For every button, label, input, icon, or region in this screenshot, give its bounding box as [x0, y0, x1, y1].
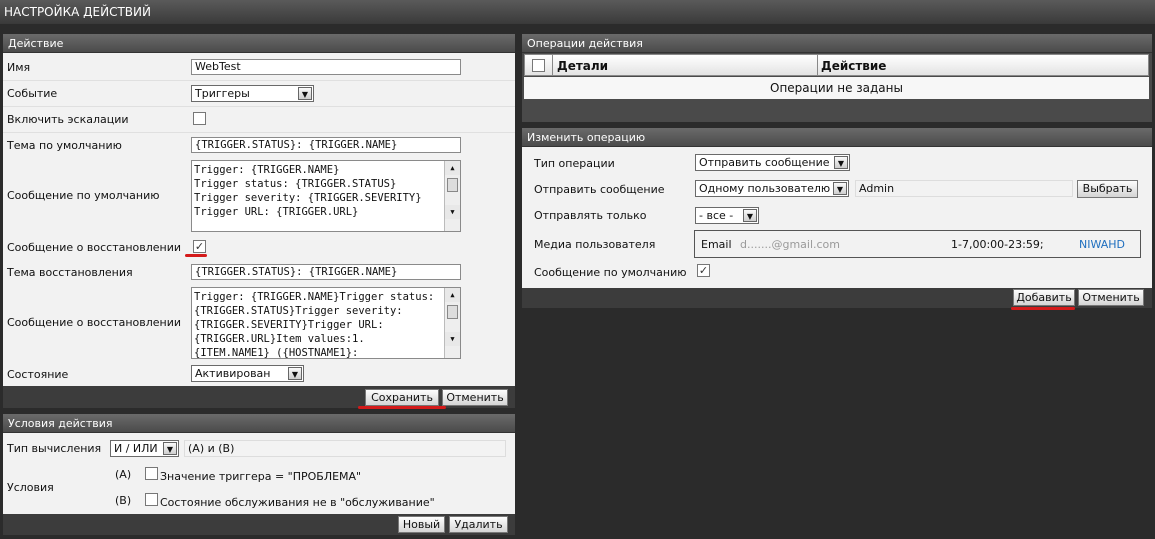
media-box: Email d.......@gmail.com 1-7,00:00-23:59…	[694, 230, 1141, 258]
column-header-action[interactable]: Действие	[821, 59, 886, 73]
send-to-select[interactable]: Одному пользователю ▼	[695, 180, 849, 197]
scroll-thumb[interactable]	[447, 305, 458, 319]
scrollbar[interactable]: ▲ ▼	[444, 288, 460, 358]
chevron-down-icon: ▼	[743, 209, 757, 222]
send-only-select[interactable]: - все - ▼	[695, 207, 759, 224]
conditions-panel-title: Условия действия	[3, 414, 515, 433]
op-type-value: Отправить сообщение	[699, 156, 830, 169]
default-message-text: Trigger: {TRIGGER.NAME} Trigger status: …	[194, 164, 422, 218]
event-label: Событие	[7, 87, 58, 100]
edit-operation-panel: Изменить операцию Тип операции Отправить…	[522, 128, 1152, 308]
conditions-label: Условия	[7, 481, 54, 494]
status-select-value: Активирован	[195, 367, 271, 380]
save-button[interactable]: Сохранить	[365, 389, 439, 406]
media-severity[interactable]: NIWAHD	[1079, 238, 1125, 251]
operations-panel-title: Операции действия	[522, 34, 1152, 53]
column-header-details[interactable]: Детали	[557, 59, 608, 73]
delete-condition-button[interactable]: Удалить	[449, 516, 508, 533]
chevron-down-icon: ▼	[288, 367, 302, 380]
edit-operation-panel-title: Изменить операцию	[522, 128, 1152, 147]
highlight-underline	[185, 254, 207, 257]
calc-type-label: Тип вычисления	[7, 442, 102, 455]
conditions-panel: Условия действия Тип вычисления И / ИЛИ …	[3, 414, 515, 535]
user-field: Admin	[855, 180, 1073, 197]
recovery-message-checkbox[interactable]: ✓	[193, 240, 206, 253]
recovery-subject-input[interactable]: {TRIGGER.STATUS}: {TRIGGER.NAME}	[191, 264, 461, 280]
name-label: Имя	[7, 61, 31, 74]
calc-type-select[interactable]: И / ИЛИ ▼	[110, 440, 179, 457]
action-panel-title: Действие	[3, 34, 515, 53]
escalation-checkbox[interactable]	[193, 112, 206, 125]
media-address: d.......@gmail.com	[740, 238, 840, 251]
scroll-thumb[interactable]	[447, 178, 458, 192]
default-subject-label: Тема по умолчанию	[7, 139, 122, 152]
escalation-label: Включить эскалации	[7, 113, 129, 126]
media-label: Медиа пользователя	[534, 238, 656, 251]
condition-tag: (B)	[115, 494, 132, 507]
default-message-label: Сообщение по умолчанию	[7, 189, 160, 202]
edit-operation-footer: Добавить Отменить	[522, 288, 1152, 308]
send-only-value: - все -	[699, 209, 734, 222]
recovery-message-check-label: Сообщение о восстановлении	[7, 241, 182, 254]
highlight-underline	[1011, 307, 1075, 310]
condition-checkbox[interactable]	[145, 493, 158, 506]
media-period: 1-7,00:00-23:59;	[951, 238, 1044, 251]
event-select[interactable]: Триггеры ▼	[191, 85, 314, 102]
operations-table-header: Детали Действие	[524, 54, 1149, 76]
add-operation-button[interactable]: Добавить	[1013, 289, 1075, 306]
recovery-message-label: Сообщение о восстановлении	[7, 316, 182, 329]
condition-checkbox[interactable]	[145, 467, 158, 480]
chevron-down-icon: ▼	[298, 87, 312, 100]
scrollbar[interactable]: ▲ ▼	[444, 161, 460, 231]
operations-empty-row: Операции не заданы	[524, 77, 1149, 99]
cancel-button[interactable]: Отменить	[442, 389, 508, 406]
default-message-checkbox[interactable]: ✓	[697, 264, 710, 277]
status-select[interactable]: Активирован ▼	[191, 365, 304, 382]
recovery-subject-label: Тема восстановления	[7, 266, 133, 279]
select-all-checkbox[interactable]	[532, 59, 545, 72]
scroll-down-icon[interactable]: ▼	[445, 332, 460, 346]
scroll-up-icon[interactable]: ▲	[445, 288, 460, 302]
name-input[interactable]: WebTest	[191, 59, 461, 75]
calc-formula-field: (A) и (B)	[184, 440, 506, 457]
operations-panel: Операции действия Детали Действие Операц…	[522, 34, 1152, 122]
condition-text: Состояние обслуживания не в "обслуживани…	[160, 496, 435, 509]
default-message-textarea[interactable]: Trigger: {TRIGGER.NAME} Trigger status: …	[191, 160, 461, 232]
scroll-up-icon[interactable]: ▲	[445, 161, 460, 175]
default-message-check-label: Сообщение по умолчанию	[534, 266, 687, 279]
highlight-underline	[358, 406, 446, 409]
event-select-value: Триггеры	[195, 87, 250, 100]
cancel-operation-button[interactable]: Отменить	[1078, 289, 1144, 306]
chevron-down-icon: ▼	[833, 182, 847, 195]
condition-text: Значение триггера = "ПРОБЛЕМА"	[160, 470, 362, 483]
op-type-label: Тип операции	[534, 157, 615, 170]
calc-type-value: И / ИЛИ	[114, 442, 158, 455]
send-to-label: Отправить сообщение	[534, 183, 665, 196]
new-condition-button[interactable]: Новый	[398, 516, 445, 533]
media-type: Email	[701, 238, 732, 251]
action-panel: Действие Имя WebTest Событие Триггеры ▼ …	[3, 34, 515, 409]
recovery-message-text: Trigger: {TRIGGER.NAME}Trigger status: {…	[194, 291, 435, 359]
conditions-footer: Новый Удалить	[3, 514, 515, 535]
status-label: Состояние	[7, 368, 69, 381]
send-to-value: Одному пользователю	[699, 182, 831, 195]
action-footer: Сохранить Отменить	[3, 386, 515, 409]
op-type-select[interactable]: Отправить сообщение ▼	[695, 154, 850, 171]
default-subject-input[interactable]: {TRIGGER.STATUS}: {TRIGGER.NAME}	[191, 137, 461, 153]
scroll-down-icon[interactable]: ▼	[445, 205, 460, 219]
page-title: НАСТРОЙКА ДЕЙСТВИЙ	[0, 0, 1155, 24]
recovery-message-textarea[interactable]: Trigger: {TRIGGER.NAME}Trigger status: {…	[191, 287, 461, 359]
send-only-label: Отправлять только	[534, 209, 647, 222]
chevron-down-icon: ▼	[834, 156, 848, 169]
chevron-down-icon: ▼	[163, 442, 177, 455]
condition-tag: (A)	[115, 468, 132, 481]
choose-user-button[interactable]: Выбрать	[1077, 180, 1138, 198]
